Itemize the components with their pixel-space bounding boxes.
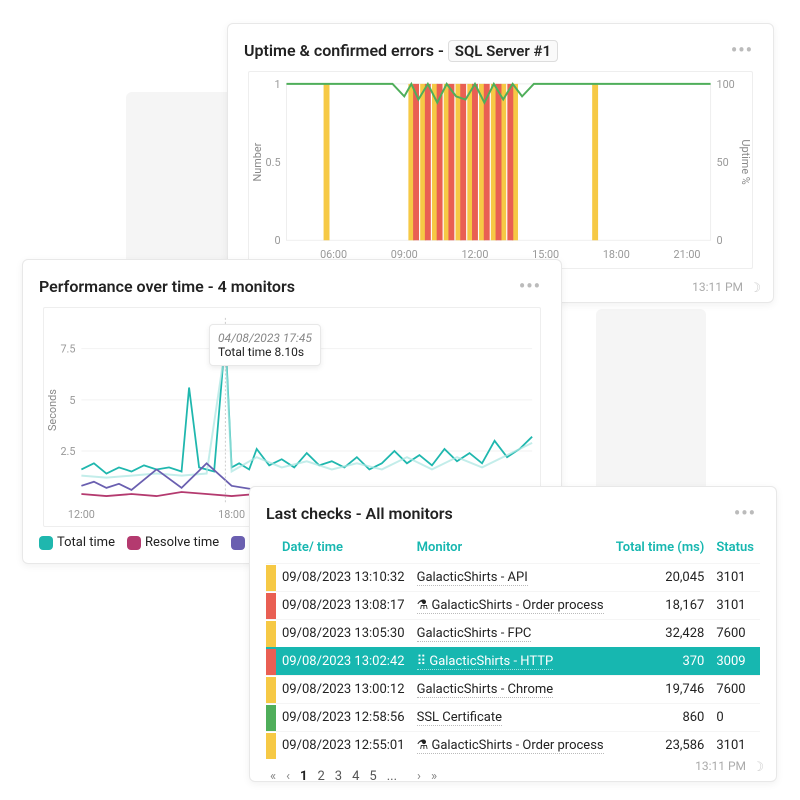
cell-monitor[interactable]: ⚗ GalacticShirts - Order process — [411, 732, 610, 760]
pager-page[interactable]: 5 — [369, 769, 376, 784]
perf-title: Performance over time - 4 monitors — [39, 277, 295, 296]
table-row[interactable]: 09/08/2023 13:05:30GalacticShirts - FPC3… — [266, 620, 760, 648]
checks-title: Last checks - All monitors — [266, 504, 453, 523]
cell-status: 3009 — [710, 648, 760, 676]
status-color — [266, 565, 276, 591]
cell-monitor[interactable]: ⠿ GalacticShirts - HTTP — [411, 648, 610, 676]
svg-text:0: 0 — [716, 234, 722, 247]
status-color — [266, 649, 276, 675]
table-row[interactable]: 09/08/2023 13:10:32GalacticShirts - API2… — [266, 564, 760, 592]
table-row[interactable]: 09/08/2023 13:02:42⠿ GalacticShirts - HT… — [266, 648, 760, 676]
cell-monitor[interactable]: GalacticShirts - API — [411, 564, 610, 592]
cell-datetime: 09/08/2023 12:55:01 — [276, 732, 411, 760]
cell-monitor[interactable]: GalacticShirts - FPC — [411, 620, 610, 648]
cell-status: 7600 — [710, 620, 760, 648]
cell-status: 0 — [710, 704, 760, 732]
table-row[interactable]: 09/08/2023 12:58:56SSL Certificate8600 — [266, 704, 760, 732]
svg-text:Seconds: Seconds — [46, 389, 59, 431]
tooltip-timestamp: 04/08/2023 17:45 — [218, 331, 312, 345]
cell-monitor[interactable]: ⚗ GalacticShirts - Order process — [411, 592, 610, 620]
cell-datetime: 09/08/2023 13:00:12 — [276, 676, 411, 704]
checks-card: Last checks - All monitors ••• Date/ tim… — [249, 486, 777, 782]
moon-icon: ☽ — [749, 281, 761, 296]
pager-last-icon[interactable]: » — [431, 769, 437, 784]
legend-chip-other — [231, 536, 245, 550]
pager-page[interactable]: ... — [387, 769, 397, 784]
uptime-badge: SQL Server #1 — [448, 40, 558, 62]
more-icon[interactable]: ••• — [515, 274, 545, 299]
cell-status: 3101 — [710, 732, 760, 760]
svg-text:50: 50 — [716, 156, 728, 169]
cell-datetime: 09/08/2023 13:05:30 — [276, 620, 411, 648]
moon-icon: ☽ — [752, 760, 764, 775]
uptime-chart: 00.5105010006:0009:0012:0015:0018:0021:0… — [248, 71, 753, 269]
cell-totaltime: 20,045 — [610, 564, 711, 592]
timestamp: 13:11 PM — [692, 280, 743, 294]
cell-totaltime: 860 — [610, 704, 711, 732]
status-color — [266, 705, 276, 731]
cell-totaltime: 370 — [610, 648, 711, 676]
cell-status: 3101 — [710, 564, 760, 592]
pager-page[interactable]: 2 — [317, 769, 324, 784]
cell-datetime: 09/08/2023 13:10:32 — [276, 564, 411, 592]
pager-next-icon[interactable]: › — [417, 769, 421, 784]
svg-text:12:00: 12:00 — [68, 508, 95, 521]
cell-datetime: 09/08/2023 12:58:56 — [276, 704, 411, 732]
legend-item: Resolve time — [127, 535, 219, 550]
svg-text:7.5: 7.5 — [60, 343, 75, 356]
legend-chip-total — [39, 536, 53, 550]
col-datetime[interactable]: Date/ time — [276, 534, 411, 564]
cell-monitor[interactable]: SSL Certificate — [411, 704, 610, 732]
legend-item: Total time — [39, 535, 115, 550]
pager-page[interactable]: 3 — [335, 769, 342, 784]
svg-text:100: 100 — [716, 78, 734, 91]
chart-tooltip: 04/08/2023 17:45 Total time 8.10s — [209, 324, 321, 366]
pager-page[interactable]: 4 — [352, 769, 359, 784]
uptime-title: Uptime & confirmed errors - SQL Server #… — [244, 40, 558, 62]
col-status[interactable]: Status — [710, 534, 760, 564]
cell-status: 3101 — [710, 592, 760, 620]
tooltip-value: Total time 8.10s — [218, 345, 312, 359]
cell-monitor[interactable]: GalacticShirts - Chrome — [411, 676, 610, 704]
svg-text:18:00: 18:00 — [603, 248, 630, 261]
cell-status: 7600 — [710, 676, 760, 704]
status-color — [266, 733, 276, 759]
pager-first-icon[interactable]: « — [270, 769, 276, 784]
timestamp: 13:11 PM — [695, 759, 746, 773]
svg-text:21:00: 21:00 — [674, 248, 701, 261]
svg-text:Uptime %: Uptime % — [739, 139, 752, 184]
more-icon[interactable]: ••• — [730, 501, 760, 526]
cell-datetime: 09/08/2023 13:02:42 — [276, 648, 411, 676]
more-icon[interactable]: ••• — [727, 38, 757, 63]
svg-text:5: 5 — [69, 394, 75, 407]
pager-page[interactable]: 1 — [300, 769, 307, 784]
svg-text:1: 1 — [274, 78, 280, 91]
svg-text:2.5: 2.5 — [60, 445, 75, 458]
table-row[interactable]: 09/08/2023 13:00:12GalacticShirts - Chro… — [266, 676, 760, 704]
legend-chip-resolve — [127, 536, 141, 550]
cell-totaltime: 32,428 — [610, 620, 711, 648]
table-row[interactable]: 09/08/2023 13:08:17⚗ GalacticShirts - Or… — [266, 592, 760, 620]
status-color — [266, 677, 276, 703]
status-color — [266, 621, 276, 647]
cell-totaltime: 23,586 — [610, 732, 711, 760]
pager: « ‹ 12345... › » — [266, 759, 760, 790]
cell-totaltime: 18,167 — [610, 592, 711, 620]
svg-text:Number: Number — [251, 142, 264, 181]
table-row[interactable]: 09/08/2023 12:55:01⚗ GalacticShirts - Or… — [266, 732, 760, 760]
svg-text:0: 0 — [274, 234, 280, 247]
pager-prev-icon[interactable]: ‹ — [286, 769, 290, 784]
cell-totaltime: 19,746 — [610, 676, 711, 704]
svg-text:0.5: 0.5 — [266, 156, 281, 169]
status-color — [266, 593, 276, 619]
checks-table: Date/ time Monitor Total time (ms) Statu… — [266, 534, 760, 759]
col-monitor[interactable]: Monitor — [411, 534, 610, 564]
cell-datetime: 09/08/2023 13:08:17 — [276, 592, 411, 620]
svg-text:18:00: 18:00 — [218, 508, 245, 521]
col-totaltime[interactable]: Total time (ms) — [610, 534, 711, 564]
